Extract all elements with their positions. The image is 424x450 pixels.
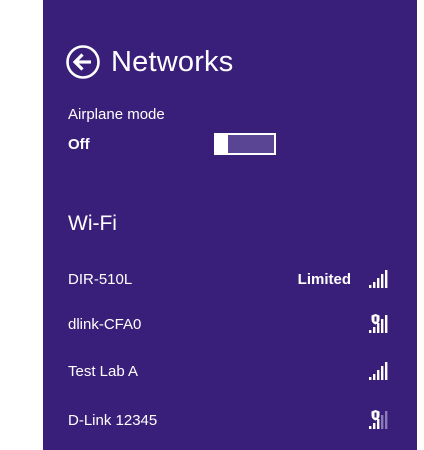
network-item-dir-510l[interactable]: DIR-510L Limited [43,260,417,300]
networks-panel: Networks Airplane mode Off Wi-Fi DIR-510… [43,0,417,450]
network-status: Limited [297,271,351,288]
network-name: Test Lab A [68,363,139,380]
wifi-signal-icon [369,270,388,288]
airplane-mode-state: Off [68,136,90,153]
wifi-secured-signal-icon [369,314,388,333]
network-name: DIR-510L [68,271,133,288]
wifi-secured-signal-icon [369,410,388,429]
network-item-d-link-12345[interactable]: D-Link 12345 [43,401,417,441]
back-button[interactable]: Networks [65,44,233,80]
airplane-mode-toggle[interactable] [214,133,276,155]
network-name: dlink-CFA0 [68,316,142,333]
airplane-mode-label: Airplane mode [68,106,165,123]
network-name: D-Link 12345 [68,412,158,429]
back-arrow-circle-icon[interactable] [65,44,101,80]
wifi-section-title: Wi-Fi [68,212,117,235]
toggle-thumb[interactable] [214,133,228,155]
network-item-test-lab-a[interactable]: Test Lab A [43,352,417,392]
page-title: Networks [111,46,234,78]
wifi-signal-icon [369,362,388,380]
network-item-dlink-cfa0[interactable]: dlink-CFA0 [43,305,417,345]
